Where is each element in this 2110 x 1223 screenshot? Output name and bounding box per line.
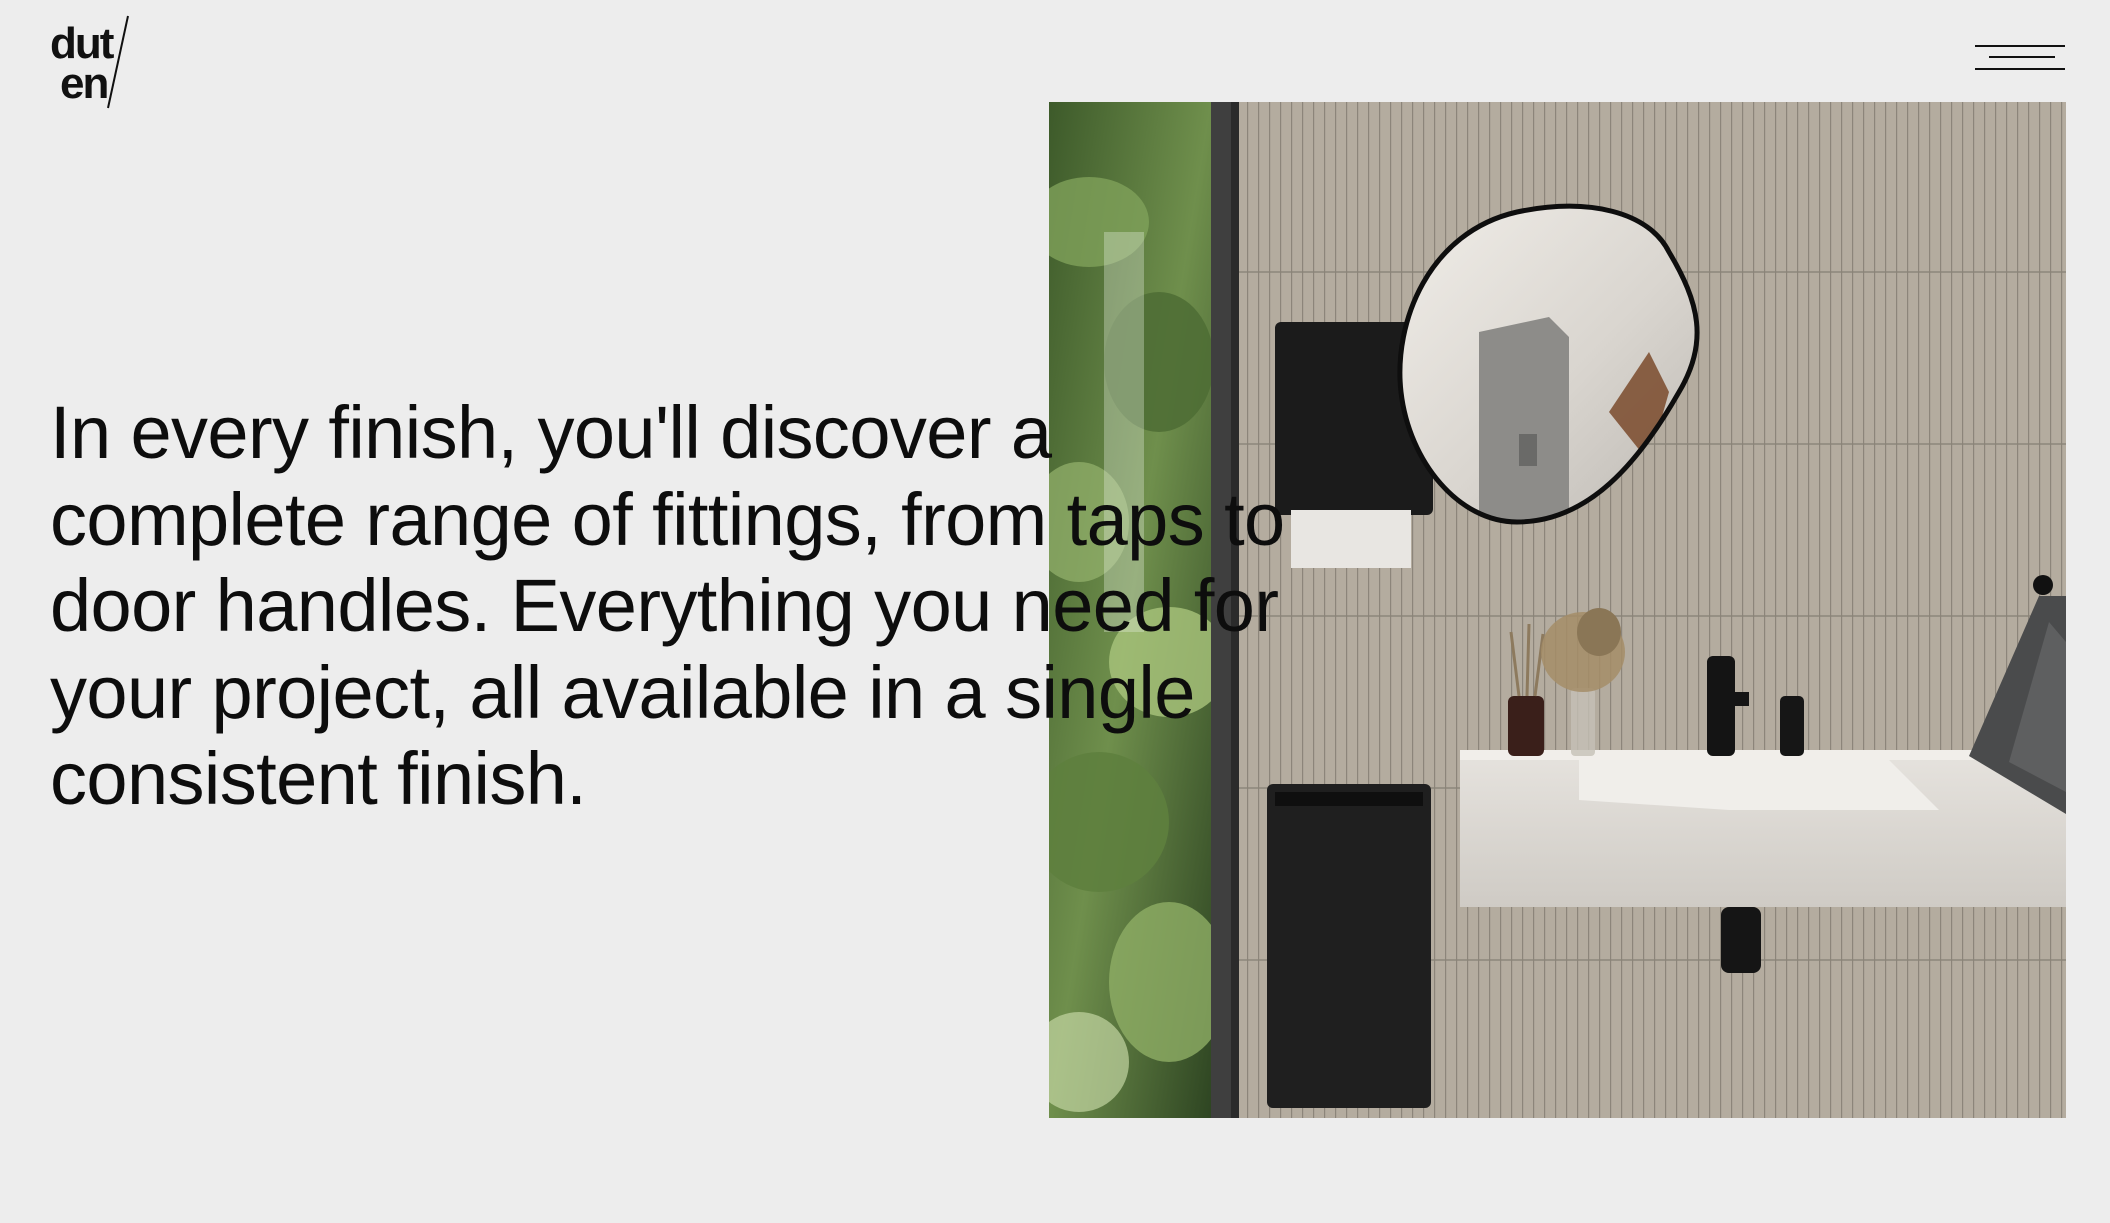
page: dut en In every finish, you'll discover … <box>0 0 2110 1223</box>
menu-line-top <box>1975 45 2065 47</box>
hero-text: In every finish, you'll discover a compl… <box>50 391 1285 820</box>
waste-bin <box>1267 784 1431 1108</box>
menu-line-middle <box>1989 56 2055 58</box>
brand-logo[interactable]: dut en <box>50 14 132 110</box>
menu-button[interactable] <box>1975 43 2065 73</box>
menu-line-bottom <box>1975 68 2065 70</box>
logo-mark: dut en <box>50 15 129 109</box>
logo-line-2: en <box>60 59 107 108</box>
